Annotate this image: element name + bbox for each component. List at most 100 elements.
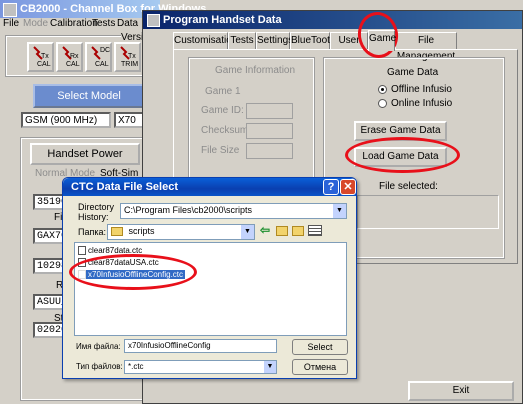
dir-history-value: C:\Program Files\cb2000\scripts xyxy=(124,205,253,215)
cb2000-menubar: File Mode Calibration Tests Data xyxy=(0,18,160,32)
dc-cal-top: DC xyxy=(100,47,111,54)
tab-file-management[interactable]: File Management xyxy=(395,32,457,62)
file-item-selected[interactable]: x70InfusioOfflineConfig.ctc xyxy=(78,270,186,280)
dc-cal-button[interactable]: DC CAL xyxy=(85,42,112,72)
cb2000-titlebar: CB2000 - Channel Box for Windows xyxy=(0,0,206,18)
load-game-data-button[interactable]: Load Game Data xyxy=(354,147,447,167)
filetype-value: *.ctc xyxy=(128,362,144,371)
exit-label: Exit xyxy=(452,385,470,396)
rx-cal-bottom: CAL xyxy=(66,61,80,68)
rx-cal-button[interactable]: Rx CAL xyxy=(56,42,83,72)
select-button-label: Select xyxy=(307,342,333,352)
dc-cal-bottom: CAL xyxy=(95,61,109,68)
checksum-label: Checksum xyxy=(201,125,249,136)
tab-user-data-label: User Data xyxy=(338,35,360,46)
tab-strip: Customisation Tests Settings BlueTooth U… xyxy=(173,30,518,62)
folder-label: Папка: xyxy=(78,227,106,237)
tab-game-label: Game xyxy=(369,33,397,44)
dir-history-chevron-down-icon[interactable]: ▼ xyxy=(333,204,346,218)
file-icon xyxy=(78,270,86,280)
filetype-label: Тип файлов: xyxy=(76,362,123,371)
select-model-button[interactable]: Select Model xyxy=(33,84,145,108)
game-data-heading: Game Data xyxy=(387,67,439,78)
file-item-label: x70InfusioOfflineConfig.ctc xyxy=(88,270,184,279)
folder-dropdown[interactable]: scripts ▼ xyxy=(107,224,255,240)
tab-bluetooth[interactable]: BlueTooth xyxy=(290,32,335,50)
game-information-heading: Game Information xyxy=(215,65,296,76)
load-game-data-label: Load Game Data xyxy=(362,151,439,162)
game-information-group xyxy=(188,57,315,181)
select-model-label: Select Model xyxy=(57,90,121,102)
close-icon: ✕ xyxy=(343,181,353,193)
tab-settings[interactable]: Settings xyxy=(256,32,294,50)
new-folder-icon[interactable] xyxy=(292,226,304,236)
dir-history-label: Directory History: xyxy=(78,202,115,222)
folder-value: scripts xyxy=(128,226,155,236)
game-id-label: Game ID: xyxy=(201,105,244,116)
menu-data[interactable]: Data xyxy=(117,18,138,29)
back-arrow-icon[interactable]: ⇦ xyxy=(260,223,270,237)
view-menu-icon[interactable] xyxy=(308,225,322,236)
offline-radio[interactable] xyxy=(378,85,387,94)
file-selected-label: File selected: xyxy=(379,181,438,192)
ctc-dialog: CTC Data File Select ? ✕ Directory Histo… xyxy=(62,177,357,379)
folder-chevron-down-icon[interactable]: ▼ xyxy=(241,225,254,239)
filename-input[interactable]: x70InfusioOfflineConfig xyxy=(124,339,277,353)
help-icon: ? xyxy=(327,181,335,193)
model-field-value: X70 xyxy=(118,115,136,126)
close-button[interactable]: ✕ xyxy=(340,179,356,195)
filename-value: x70InfusioOfflineConfig xyxy=(128,341,211,350)
game-label: Game 1 xyxy=(205,86,241,97)
tx-trim-button[interactable]: Tx TRIM xyxy=(114,42,141,72)
menu-file[interactable]: File xyxy=(3,18,19,29)
tx-trim-bottom: TRIM xyxy=(121,61,139,68)
tx-cal-bottom: CAL xyxy=(37,61,51,68)
rx-cal-top: Rx xyxy=(70,53,79,60)
up-folder-icon[interactable] xyxy=(276,226,288,236)
band-dropdown[interactable]: GSM (900 MHz) xyxy=(21,112,111,128)
tx-cal-top: Tx xyxy=(41,53,49,60)
tx-cal-button[interactable]: Tx CAL xyxy=(27,42,54,72)
menu-calibration[interactable]: Calibration xyxy=(50,18,98,29)
program-handset-titlebar: Program Handset Data xyxy=(143,11,522,29)
cancel-button-label: Отмена xyxy=(303,362,337,372)
select-button[interactable]: Select xyxy=(292,339,348,355)
handset-power-button[interactable]: Handset Power xyxy=(30,143,140,165)
tab-tests-label: Tests xyxy=(230,35,254,46)
online-radio[interactable] xyxy=(378,99,387,108)
checksum-field xyxy=(246,123,293,139)
file-list[interactable]: clear87data.ctc clear87dataUSA.ctc x70In… xyxy=(74,242,347,336)
exit-button[interactable]: Exit xyxy=(408,381,514,401)
file-item[interactable]: clear87data.ctc xyxy=(78,246,143,256)
tab-tests[interactable]: Tests xyxy=(228,32,256,50)
tab-settings-label: Settings xyxy=(257,35,294,46)
dir-history-dropdown[interactable]: C:\Program Files\cb2000\scripts ▼ xyxy=(120,203,347,219)
tab-user-data[interactable]: User Data xyxy=(330,32,368,50)
menu-tests[interactable]: Tests xyxy=(92,18,115,29)
folder-icon xyxy=(111,227,123,237)
tab-customisation[interactable]: Customisation xyxy=(173,32,237,50)
cb2000-app-icon xyxy=(3,3,17,17)
file-icon xyxy=(78,246,86,256)
tab-game[interactable]: Game xyxy=(368,30,397,51)
help-button[interactable]: ? xyxy=(323,179,339,195)
offline-radio-label[interactable]: Offline Infusio xyxy=(391,84,452,95)
filetype-chevron-down-icon[interactable]: ▼ xyxy=(264,361,276,373)
cancel-button[interactable]: Отмена xyxy=(292,359,348,375)
online-radio-label[interactable]: Online Infusio xyxy=(391,98,452,109)
ctc-dialog-titlebar: CTC Data File Select ? ✕ xyxy=(63,178,356,196)
program-handset-title: Program Handset Data xyxy=(163,14,282,26)
band-dropdown-value: GSM (900 MHz) xyxy=(25,115,98,126)
filetype-dropdown[interactable]: *.ctc ▼ xyxy=(124,360,277,374)
file-item[interactable]: clear87dataUSA.ctc xyxy=(78,258,159,268)
file-item-label: clear87data.ctc xyxy=(88,246,143,255)
erase-game-data-button[interactable]: Erase Game Data xyxy=(354,121,447,141)
handset-power-label: Handset Power xyxy=(47,148,123,160)
program-handset-app-icon xyxy=(147,14,160,27)
file-size-label: File Size xyxy=(201,145,240,156)
tx-trim-top: Tx xyxy=(128,53,136,60)
menu-mode[interactable]: Mode xyxy=(23,18,48,29)
offline-radio-dot xyxy=(381,88,384,91)
erase-game-data-label: Erase Game Data xyxy=(360,125,441,136)
game-id-field xyxy=(246,103,293,119)
